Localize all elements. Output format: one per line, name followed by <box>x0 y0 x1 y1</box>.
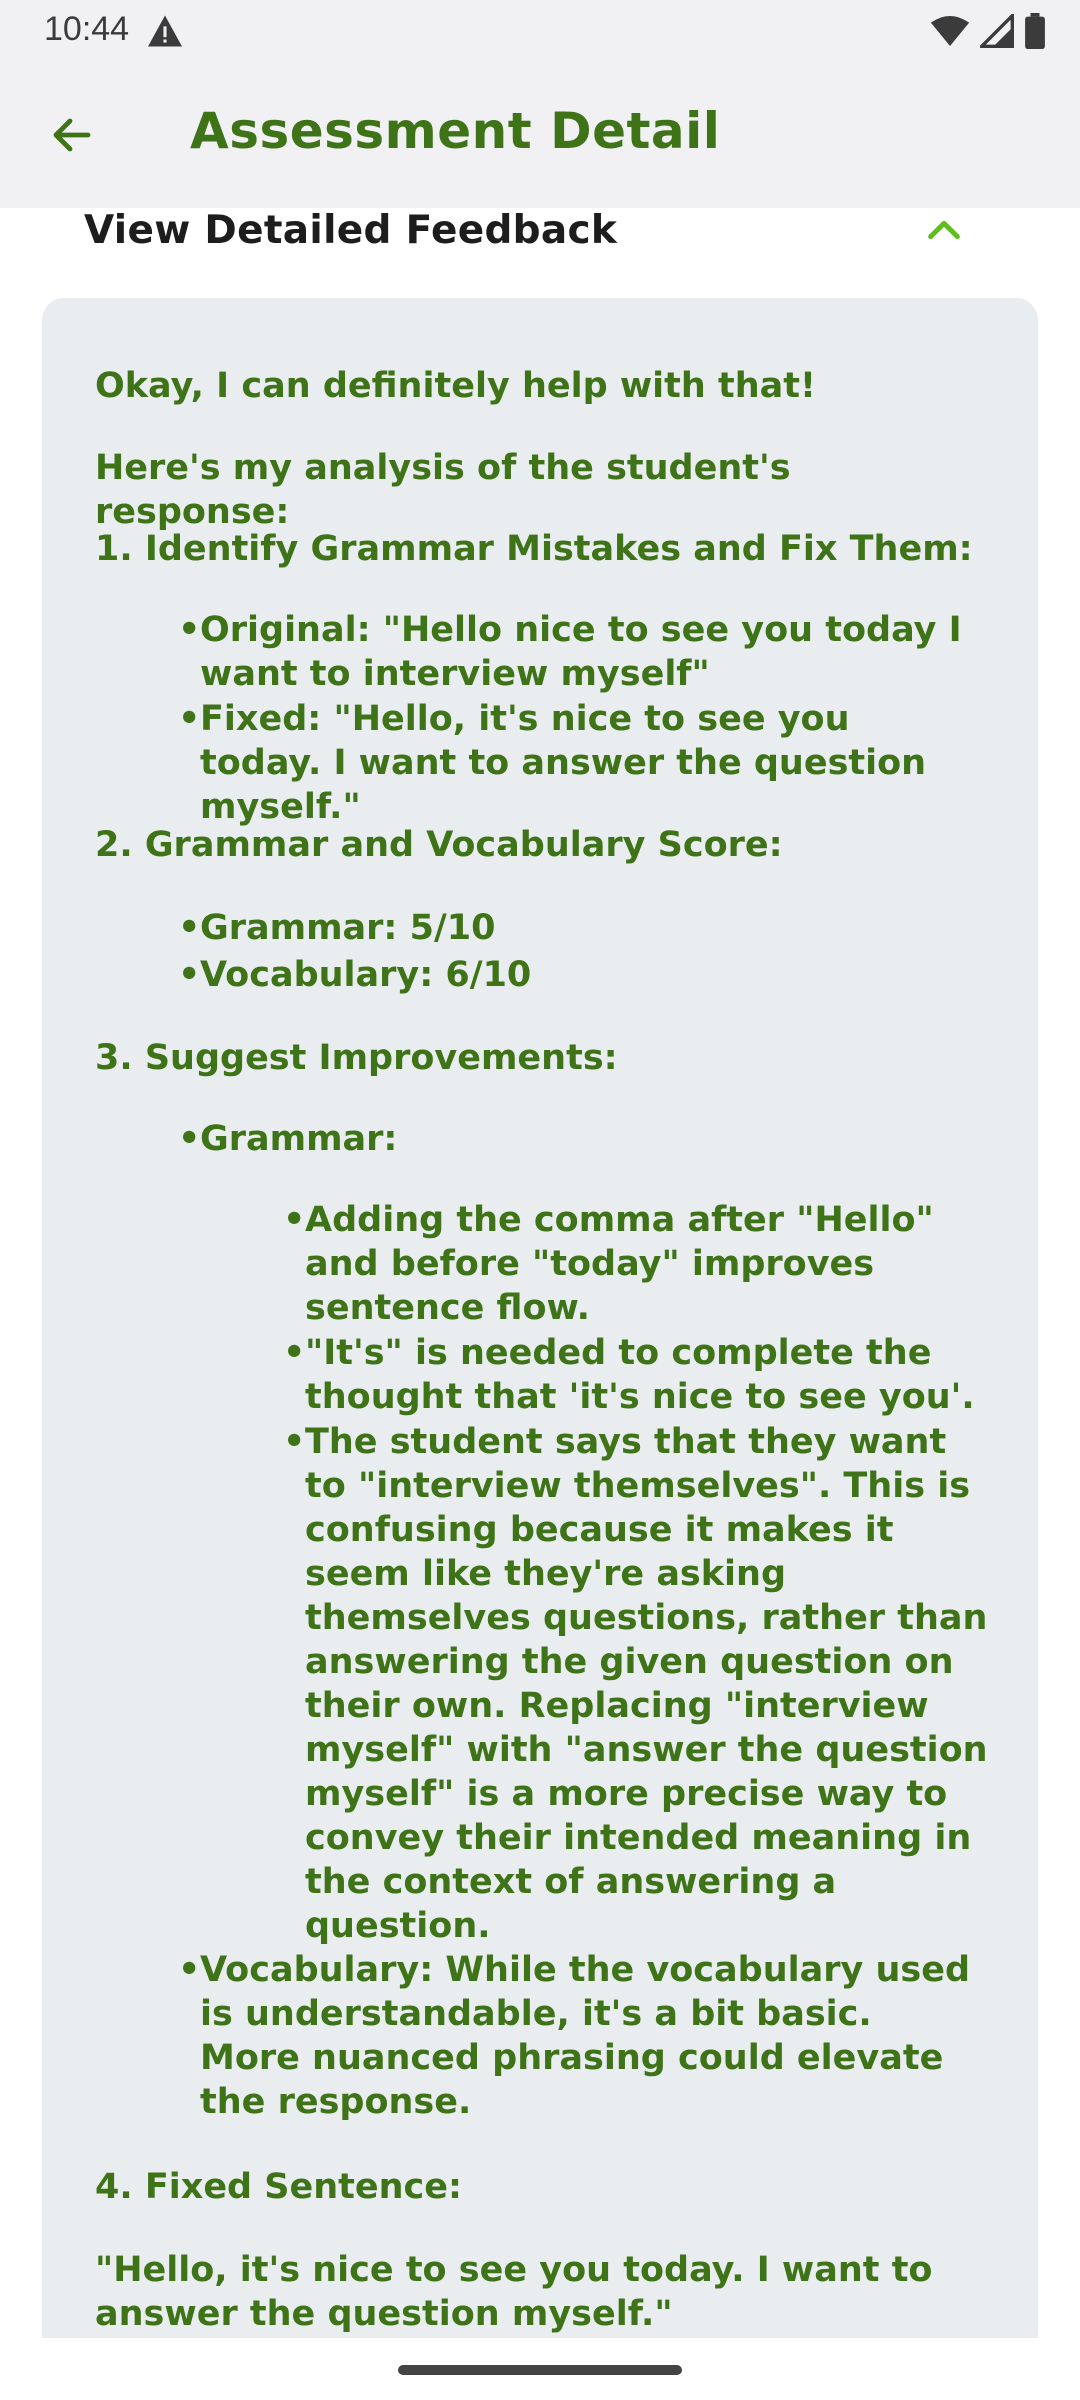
list-item-vocabulary: • Vocabulary: While the vocabulary used … <box>178 1948 980 2124</box>
arrow-left-icon <box>53 118 91 152</box>
bullet-icon: • <box>178 955 201 995</box>
bullet-icon: • <box>178 908 201 948</box>
gesture-nav-handle[interactable] <box>398 2365 682 2375</box>
app-bar: Assessment Detail <box>0 62 1080 208</box>
section-heading-grammar-mistakes: 1. Identify Grammar Mistakes and Fix The… <box>95 529 973 569</box>
status-time: 10:44 <box>44 10 130 48</box>
feedback-toggle[interactable]: View Detailed Feedback <box>0 208 1080 270</box>
status-icons <box>930 12 1046 50</box>
feedback-card: Okay, I can definitely help with that! H… <box>42 298 1038 2338</box>
fixed-text: Fixed: "Hello, it's nice to see you toda… <box>200 699 927 827</box>
grammar-label: Grammar: <box>200 1119 398 1159</box>
status-bar: 10:44 <box>0 0 1080 62</box>
list-item-grammar-point: • The student says that they want to "in… <box>283 1420 995 1948</box>
list-item-grammar-label: • Grammar: <box>178 1117 980 1161</box>
page-title: Assessment Detail <box>190 102 721 160</box>
bullet-icon: • <box>178 1950 201 1990</box>
section-heading-improvements: 3. Suggest Improvements: <box>95 1038 618 1078</box>
list-item-fixed: • Fixed: "Hello, it's nice to see you to… <box>178 697 980 829</box>
bullet-icon: • <box>283 1422 306 1462</box>
feedback-header-label: View Detailed Feedback <box>84 208 618 253</box>
list-item-grammar-score: • Grammar: 5/10 <box>178 906 980 950</box>
grammar-point-text: The student says that they want to "inte… <box>305 1422 988 1946</box>
original-text: Original: "Hello nice to see you today I… <box>200 610 962 694</box>
section-heading-scores: 2. Grammar and Vocabulary Score: <box>95 825 783 865</box>
fixed-sentence: "Hello, it's nice to see you today. I wa… <box>95 2250 933 2334</box>
vocabulary-score: Vocabulary: 6/10 <box>200 955 532 995</box>
battery-icon <box>1025 13 1045 49</box>
bullet-icon: • <box>283 1200 306 1240</box>
bullet-icon: • <box>178 1119 201 1159</box>
list-item-original: • Original: "Hello nice to see you today… <box>178 608 980 696</box>
alert-triangle-icon <box>148 15 182 47</box>
section-heading-fixed-sentence: 4. Fixed Sentence: <box>95 2167 463 2207</box>
list-item-grammar-point: • Adding the comma after "Hello" and bef… <box>283 1198 995 1330</box>
wifi-icon <box>930 16 970 46</box>
bullet-icon: • <box>178 699 201 739</box>
cellular-signal-icon <box>980 14 1014 48</box>
grammar-point-text: Adding the comma after "Hello" and befor… <box>305 1200 934 1328</box>
grammar-point-text: "It's" is needed to complete the thought… <box>305 1333 975 1417</box>
back-button[interactable] <box>34 97 110 173</box>
grammar-score: Grammar: 5/10 <box>200 908 496 948</box>
bullet-icon: • <box>178 610 201 650</box>
analysis-intro: Here's my analysis of the student's resp… <box>95 448 791 532</box>
chevron-up-icon[interactable] <box>922 210 966 250</box>
list-item-grammar-point: • "It's" is needed to complete the thoug… <box>283 1331 995 1419</box>
bullet-icon: • <box>283 1333 306 1373</box>
feedback-intro: Okay, I can definitely help with that! <box>95 366 816 406</box>
vocabulary-text: Vocabulary: While the vocabulary used is… <box>200 1950 971 2122</box>
list-item-vocabulary-score: • Vocabulary: 6/10 <box>178 953 980 997</box>
